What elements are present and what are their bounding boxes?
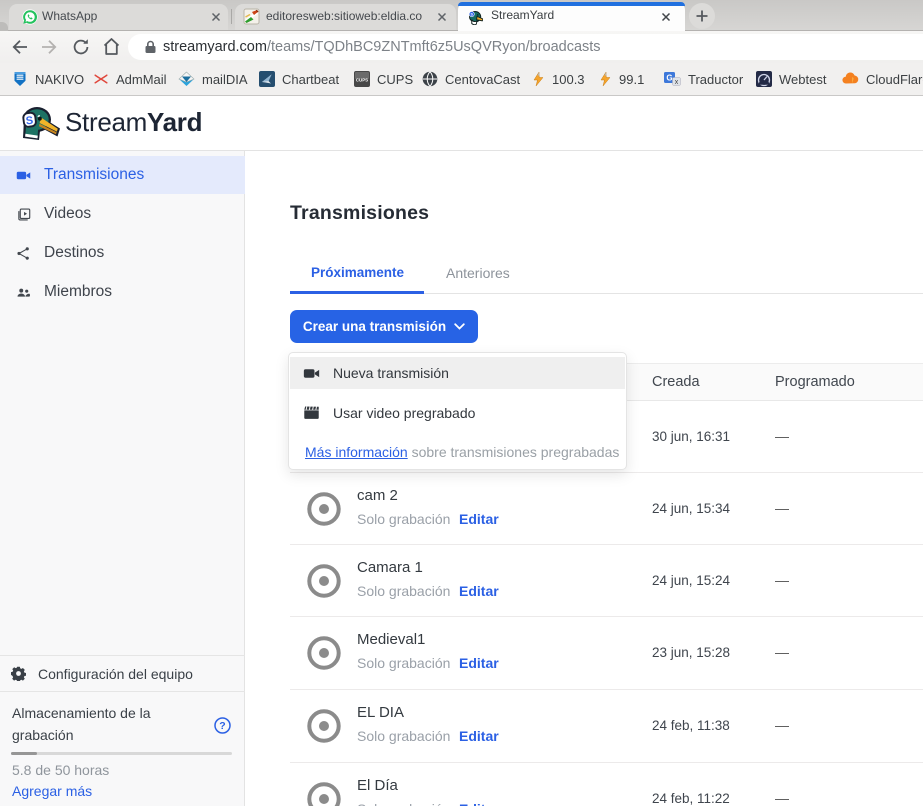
svg-text:x: x [675,79,679,86]
svg-text:G: G [666,74,672,83]
svg-text:CUPS: CUPS [356,78,368,83]
svg-text:?: ? [219,720,225,732]
svg-text:S: S [25,115,34,128]
